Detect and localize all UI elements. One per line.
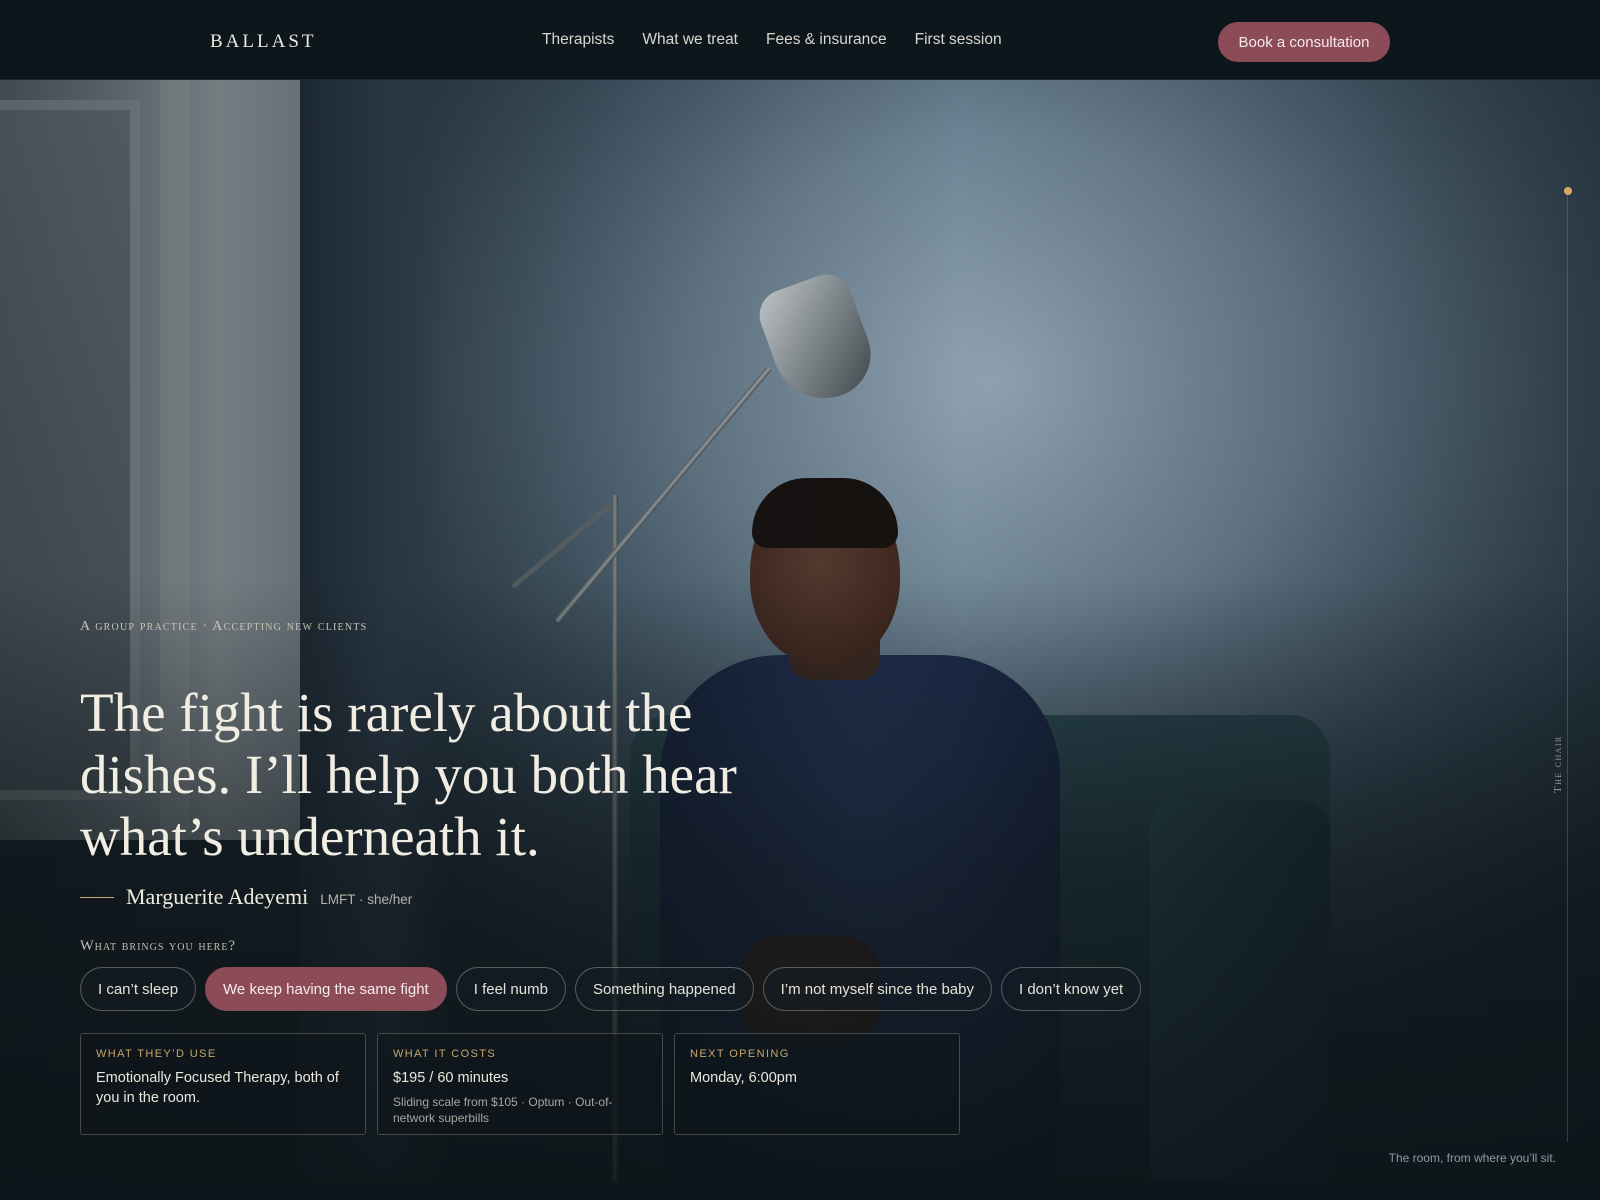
- hero-eyebrow: A group practice · Accepting new clients: [80, 619, 368, 634]
- nav-link-fees-insurance[interactable]: Fees & insurance: [766, 31, 887, 49]
- info-card-approach: What they’d use Emotionally Focused Ther…: [80, 1033, 366, 1135]
- byline-rule: [80, 896, 114, 898]
- info-card-next-opening[interactable]: Next opening Monday, 6:00pm: [674, 1033, 960, 1135]
- concern-chip-dont-know-yet[interactable]: I don’t know yet: [1001, 967, 1142, 1011]
- nav-link-first-session[interactable]: First session: [915, 31, 1002, 49]
- therapist-credentials: LMFT · she/her: [320, 892, 413, 907]
- main-nav: Therapists What we treat Fees & insuranc…: [542, 31, 1002, 49]
- nav-link-what-we-treat[interactable]: What we treat: [642, 31, 738, 49]
- concern-chip-since-the-baby[interactable]: I’m not myself since the baby: [762, 967, 992, 1011]
- photo-caption: The room, from where you’ll sit.: [1388, 1151, 1556, 1165]
- book-consultation-button[interactable]: Book a consultation: [1218, 22, 1390, 62]
- info-card-subtext: Sliding scale from $105 · Optum · Out-of…: [393, 1095, 613, 1125]
- concern-chip-group: I can’t sleep We keep having the same fi…: [80, 967, 1142, 1011]
- info-card-key: What it costs: [393, 1048, 497, 1060]
- info-card-value: Emotionally Focused Therapy, both of you…: [96, 1070, 339, 1106]
- info-card-key: What they’d use: [96, 1048, 217, 1060]
- page-bottom-strip: [0, 1181, 1600, 1200]
- info-card-cost: What it costs $195 / 60 minutes Sliding …: [377, 1033, 663, 1135]
- scroll-rail-label: The chair: [1552, 735, 1564, 793]
- concern-chip-cant-sleep[interactable]: I can’t sleep: [80, 967, 197, 1011]
- nav-link-therapists[interactable]: Therapists: [542, 31, 614, 49]
- scroll-rail-indicator[interactable]: [1564, 187, 1572, 195]
- concern-chip-something-happened[interactable]: Something happened: [574, 967, 754, 1011]
- concern-prompt-label: What brings you here?: [80, 938, 236, 954]
- info-card-key: Next opening: [690, 1048, 790, 1060]
- info-cards: What they’d use Emotionally Focused Ther…: [80, 1033, 960, 1135]
- therapist-name[interactable]: Marguerite Adeyemi: [126, 884, 308, 910]
- concern-chip-same-fight[interactable]: We keep having the same fight: [205, 967, 447, 1011]
- hero-photo: [0, 0, 1600, 1200]
- info-card-value: Monday, 6:00pm: [690, 1070, 797, 1086]
- info-card-value: $195 / 60 minutes: [393, 1070, 509, 1086]
- therapist-byline: Marguerite Adeyemi LMFT · she/her: [80, 884, 412, 910]
- photo-gradient-overlay: [0, 0, 1600, 1200]
- concern-chip-feel-numb[interactable]: I feel numb: [455, 967, 566, 1011]
- scroll-rail-line: [1567, 192, 1568, 1142]
- brand-logo[interactable]: BALLAST: [210, 31, 317, 53]
- hero-headline: The fight is rarely about the dishes. I’…: [80, 682, 737, 867]
- site-header: BALLAST Therapists What we treat Fees & …: [0, 0, 1600, 80]
